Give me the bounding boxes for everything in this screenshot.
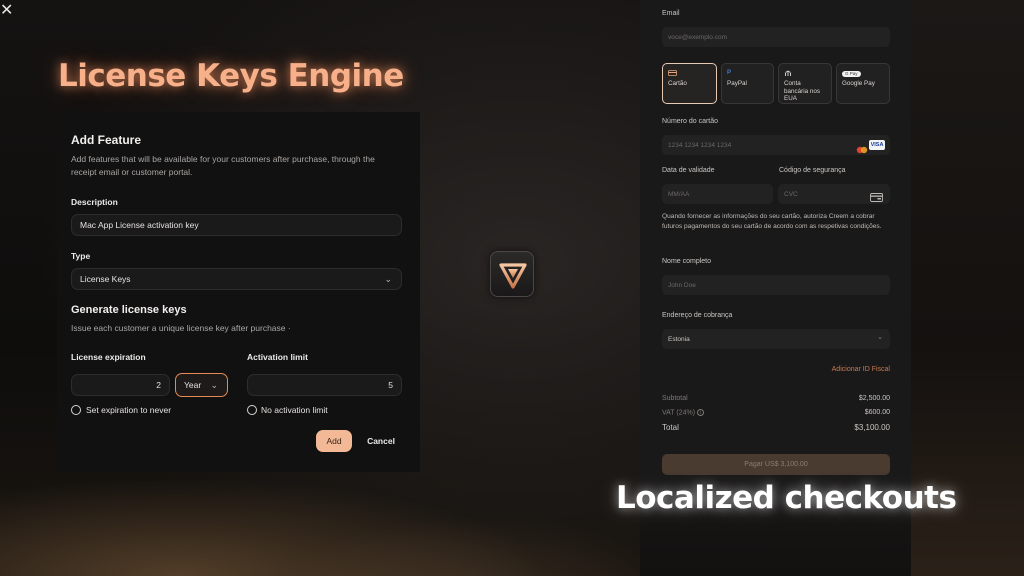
close-icon[interactable]: ✕ <box>0 0 13 20</box>
card-consent-text: Quando fornecer as informações do seu ca… <box>662 213 882 230</box>
cvc-placeholder: CVC <box>784 190 798 198</box>
email-placeholder: voce@exemplo.com <box>668 33 727 41</box>
country-value: Estonia <box>668 335 690 343</box>
triangle-logo-icon <box>499 263 527 289</box>
payment-method-paypal[interactable]: P PayPal <box>721 63 774 104</box>
type-label: Type <box>71 251 91 261</box>
cancel-button[interactable]: Cancel <box>362 430 400 452</box>
full-name-placeholder: John Doe <box>668 281 696 289</box>
activation-limit-value: 5 <box>388 380 393 390</box>
dialog-description: Add features that will be available for … <box>71 154 375 177</box>
chevron-down-icon: ⌄ <box>210 380 218 390</box>
activation-limit-input[interactable]: 5 <box>247 374 402 396</box>
info-icon: i <box>697 409 705 416</box>
card-number-label: Número do cartão <box>662 118 719 125</box>
country-select[interactable]: Estonia ⌄ <box>662 329 890 349</box>
vat-value: $600.00 <box>864 409 890 416</box>
headline-localized-checkouts: Localized checkouts <box>616 480 957 516</box>
email-label: Email <box>662 10 680 17</box>
payment-method-paypal-label: PayPal <box>727 80 747 87</box>
paypal-icon: P <box>727 70 732 76</box>
no-activation-limit-label: No activation limit <box>261 405 328 415</box>
full-name-label: Nome completo <box>662 258 712 265</box>
expiration-input-value: 2 <box>156 380 161 390</box>
chevron-down-icon: ⌄ <box>384 274 392 284</box>
expiration-label: License expiration <box>71 352 146 362</box>
description-label: Description <box>71 197 118 207</box>
activation-limit-label: Activation limit <box>247 352 308 362</box>
add-tax-id-link[interactable]: Adicionar ID Fiscal <box>790 366 890 373</box>
card-number-placeholder: 1234 1234 1234 1234 <box>668 141 732 149</box>
description-input-value: Mac App License activation key <box>80 220 199 230</box>
email-input[interactable]: voce@exemplo.com <box>662 27 890 47</box>
total-value: $3,100.00 <box>854 423 890 432</box>
license-keys-section-subtitle: Issue each customer a unique license key… <box>71 323 291 333</box>
type-select[interactable]: License Keys ⌄ <box>71 268 402 290</box>
dialog-title: Add Feature <box>71 133 142 147</box>
expiry-input[interactable]: MM/AA <box>662 184 773 204</box>
no-activation-limit-radio[interactable] <box>247 405 257 415</box>
visa-icon: VISA <box>869 140 885 150</box>
cvc-card-icon <box>870 189 883 202</box>
card-icon <box>668 70 711 77</box>
type-select-value: License Keys <box>80 274 131 284</box>
subtotal-label: Subtotal <box>662 395 688 402</box>
vat-label-text: VAT (24%) <box>662 409 696 417</box>
creem-logo <box>490 251 534 297</box>
gpay-icon: G Pay <box>842 71 861 77</box>
billing-address-label: Endereço de cobrança <box>662 312 733 319</box>
expiry-label: Data de validade <box>662 167 715 174</box>
cvc-label: Código de segurança <box>779 167 846 174</box>
mastercard-icon <box>856 141 868 154</box>
headline-license-keys: License Keys Engine <box>58 58 404 94</box>
never-expire-radio[interactable] <box>71 405 81 415</box>
subtotal-value: $2,500.00 <box>858 395 890 402</box>
payment-method-card[interactable]: Cartão <box>662 63 717 104</box>
license-keys-section-title: Generate license keys <box>71 304 187 316</box>
payment-method-bank-label: Conta bancária nos EUA <box>784 80 821 102</box>
never-expire-label: Set expiration to never <box>86 405 172 415</box>
expiration-input[interactable]: 2 <box>71 374 170 396</box>
expiration-unit-value: Year <box>184 380 202 390</box>
expiry-placeholder: MM/AA <box>668 190 690 198</box>
chevron-down-icon: ⌄ <box>877 334 883 341</box>
payment-method-bank[interactable]: Conta bancária nos EUA <box>778 63 832 104</box>
payment-method-google-pay[interactable]: G Pay Google Pay <box>836 63 890 104</box>
vat-label: VAT (24%) i <box>662 409 705 417</box>
full-name-input[interactable]: John Doe <box>662 275 890 295</box>
expiration-unit-select[interactable]: Year ⌄ <box>175 373 228 397</box>
payment-method-google-pay-label: Google Pay <box>842 80 875 87</box>
add-button[interactable]: Add <box>316 430 352 452</box>
payment-method-card-label: Cartão <box>668 80 687 87</box>
description-input[interactable]: Mac App License activation key <box>71 214 402 236</box>
bank-icon <box>784 70 826 77</box>
total-label: Total <box>662 423 679 432</box>
